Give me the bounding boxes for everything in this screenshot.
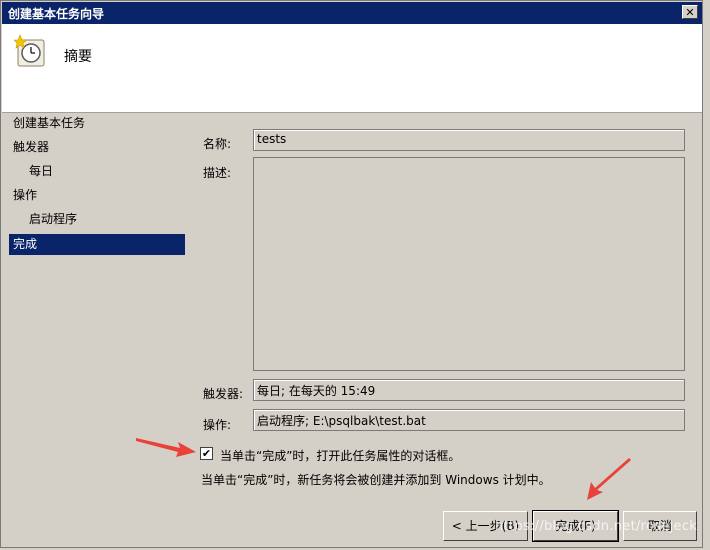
action-field[interactable]: 启动程序; E:\psqlbak\test.bat: [253, 409, 685, 431]
nav-item-create-basic-task[interactable]: 创建基本任务: [9, 113, 185, 137]
nav-item-label: 完成: [13, 237, 38, 251]
task-clock-icon: [14, 34, 45, 67]
nav-item-label: 操作: [13, 188, 38, 202]
nav-item-action[interactable]: 操作: [9, 185, 185, 209]
nav-item-start-program[interactable]: 启动程序: [9, 209, 185, 233]
nav-item-label: 每日: [29, 164, 54, 178]
info-text: 当单击“完成”时，新任务将会被创建并添加到 Windows 计划中。: [201, 473, 551, 487]
nav-item-label: 创建基本任务: [13, 116, 86, 130]
window-title: 创建基本任务向导: [8, 7, 105, 21]
close-button[interactable]: ✕: [682, 5, 698, 19]
title-bar: 创建基本任务向导 ✕: [2, 2, 702, 24]
description-label: 描述:: [203, 166, 232, 180]
nav-item-label: 启动程序: [29, 212, 78, 226]
wizard-header: 摘要: [2, 24, 702, 113]
nav-item-finish[interactable]: 完成: [9, 234, 185, 255]
name-label: 名称:: [203, 137, 232, 151]
watermark: https://blog.csdn.net/rosejeck: [495, 519, 698, 534]
action-label: 操作:: [203, 418, 232, 432]
nav-item-daily[interactable]: 每日: [9, 161, 185, 185]
name-field[interactable]: tests: [253, 129, 685, 151]
nav-item-trigger[interactable]: 触发器: [9, 137, 185, 161]
arrow-annotation-checkbox: [136, 438, 196, 457]
description-field[interactable]: [253, 157, 685, 371]
trigger-label: 触发器:: [203, 387, 244, 401]
arrow-annotation-finish: [587, 458, 631, 500]
trigger-field[interactable]: 每日; 在每天的 15:49: [253, 379, 685, 401]
nav-item-label: 触发器: [13, 140, 50, 154]
checkbox-label: 当单击“完成”时，打开此任务属性的对话框。: [220, 449, 461, 463]
wizard-nav: 创建基本任务 触发器 每日 操作 启动程序 完成: [9, 113, 185, 255]
open-properties-checkbox[interactable]: ✔: [200, 447, 213, 460]
page-title: 摘要: [64, 49, 92, 65]
